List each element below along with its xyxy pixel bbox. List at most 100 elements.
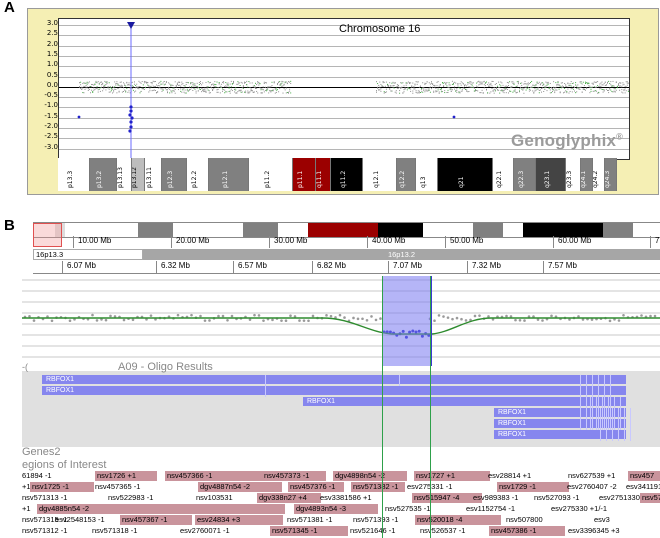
probe-points: [79, 80, 292, 94]
ideogram-band-q23-3[interactable]: q23.3: [566, 158, 581, 191]
probe-point: [226, 318, 229, 322]
cnv-region[interactable]: nsv515947 -4: [412, 493, 482, 503]
cnv-region[interactable]: nsv1729 -1: [497, 482, 569, 492]
position-tick: 7.32 Mb: [467, 261, 501, 273]
cnv-region[interactable]: 61894 -1: [22, 471, 88, 481]
cnv-region[interactable]: dgv338n27 +4: [257, 493, 321, 503]
cnv-region[interactable]: nsv507800: [506, 515, 592, 525]
probe-point: [442, 315, 445, 318]
ideogram-band-p13-2[interactable]: p13.2: [90, 158, 117, 191]
ideogram-band-q11-2[interactable]: q11.2: [331, 158, 363, 191]
cnv-region[interactable]: nsv457366 -1: [165, 471, 263, 481]
gene-rbfox1[interactable]: RBFOX1: [42, 375, 626, 384]
y-tick-label: 2.5: [46, 29, 58, 38]
cnv-region[interactable]: esv2548153 -1: [55, 515, 128, 525]
cnv-region[interactable]: dgv4885n54 -2: [37, 504, 285, 514]
cnv-region[interactable]: +1: [22, 504, 36, 514]
cnv-region[interactable]: nsv457367 -1: [120, 515, 192, 525]
cnv-region[interactable]: nsv571318 -1: [92, 526, 178, 536]
probe-point: [649, 314, 652, 318]
ideogram-band-q13[interactable]: q13: [416, 158, 438, 191]
ideogram-band-q12-1[interactable]: q12.1: [363, 158, 397, 191]
ideogram-band-p13-3[interactable]: p13.3: [58, 158, 90, 191]
gene-rbfox1[interactable]: RBFOX1: [303, 397, 626, 406]
ideogram-band-q22-1[interactable]: q22.1: [493, 158, 514, 191]
ideogram-band-q21[interactable]: q21: [438, 158, 493, 191]
cnv-region[interactable]: esv2751330 +1/-1: [599, 493, 659, 503]
ideogram-band-q24-1[interactable]: q24.1: [581, 158, 593, 191]
exon-mark: [600, 408, 601, 441]
ideogram-band-p12-1[interactable]: p12.1: [209, 158, 249, 191]
cnv-region[interactable]: +1: [22, 482, 31, 492]
cnv-region[interactable]: nsv103531: [196, 493, 256, 503]
detail-band: [138, 223, 173, 237]
boundary-line-right: [430, 276, 431, 538]
cnv-region[interactable]: nsv457376 -1: [288, 482, 344, 492]
exon-mark: [586, 375, 587, 430]
cnv-region[interactable]: nsv571312 -1: [22, 526, 90, 536]
deletion-highlight[interactable]: [382, 276, 432, 366]
ideogram-band-p12-2[interactable]: p12.2: [187, 158, 209, 191]
probe-point: [523, 319, 526, 322]
position-ruler: 6.07 Mb 6.32 Mb 6.57 Mb 6.82 Mb 7.07 Mb 7.32 …: [33, 261, 660, 274]
ideogram-band-p11-2[interactable]: p11.2: [249, 158, 293, 191]
cnv-region[interactable]: nsv571345 -1: [270, 526, 348, 536]
cnv-region[interactable]: esv2760407 -2: [567, 482, 623, 492]
cnv-region[interactable]: nsv457386 -1: [489, 526, 565, 536]
cnv-region[interactable]: nsv571: [640, 493, 660, 503]
cnv-region[interactable]: dgv4898n54 -2: [333, 471, 407, 481]
log-ratio-detail-plot[interactable]: [22, 276, 660, 368]
gene-rbfox1[interactable]: RBFOX1: [42, 386, 626, 395]
cnv-region[interactable]: esv275330 +1/-1: [551, 504, 631, 514]
cnv-region[interactable]: nsv457: [628, 471, 660, 481]
cnv-region[interactable]: nsv520018 -4: [415, 515, 501, 525]
ideogram-band-p13-11[interactable]: p13.11: [145, 158, 162, 191]
cnv-region[interactable]: dgv4893n54 -3: [294, 504, 378, 514]
cnv-region[interactable]: nsv527535 -1: [385, 504, 453, 514]
cnv-region[interactable]: nsv571393 -1: [353, 515, 413, 525]
cnv-region[interactable]: dgv4887n54 -2: [198, 482, 282, 492]
ideogram-band-p11-1[interactable]: p11.1: [293, 158, 316, 191]
cnv-region[interactable]: nsv457373 -1: [262, 471, 326, 481]
cnv-region[interactable]: esv3: [594, 515, 638, 525]
cnv-region[interactable]: esv3396345 +3: [568, 526, 648, 536]
probe-point: [176, 313, 180, 317]
cnv-region[interactable]: esv24834 +3: [195, 515, 283, 525]
cnv-region[interactable]: esv3381586 +1: [320, 493, 400, 503]
ideogram-band-q11-1[interactable]: q11.1: [316, 158, 331, 191]
ideogram-band-p12-3[interactable]: p12.3: [162, 158, 187, 191]
cnv-region[interactable]: esv275331 -1: [407, 482, 493, 492]
cnv-region[interactable]: nsv527093 -1: [534, 493, 596, 503]
probe-point: [149, 314, 153, 317]
segmentation-line: [22, 317, 660, 335]
ideogram-band-q23-1[interactable]: q23.1: [536, 158, 566, 191]
cnv-region[interactable]: nsv522983 -1: [108, 493, 188, 503]
ideogram-band-q24-3[interactable]: q24.3: [605, 158, 617, 191]
cnv-region[interactable]: nsv627539 +1: [568, 471, 624, 481]
cnv-region[interactable]: esv2760071 -1: [180, 526, 268, 536]
cnv-region[interactable]: nsv1727 +1: [414, 471, 490, 481]
cnv-region[interactable]: nsv521646 -1: [350, 526, 418, 536]
ideogram-band-q24-2[interactable]: q24.2: [593, 158, 605, 191]
ideogram-band-q22-3[interactable]: q22.3: [514, 158, 536, 191]
cnv-region[interactable]: nsv1726 +1: [95, 471, 157, 481]
chromosome-plot[interactable]: Chromosome 16 Genoglyphix®: [58, 18, 630, 160]
exon-mark: [620, 397, 621, 430]
cnv-region[interactable]: nsv1725 -1: [30, 482, 94, 492]
cnv-region[interactable]: nsv457365 -1: [95, 482, 195, 492]
megabase-tick: 7: [650, 236, 659, 248]
cnv-region[interactable]: esv989383 -1: [473, 493, 533, 503]
y-tick-label: -0.5: [44, 91, 58, 100]
cnv-region[interactable]: esv28814 +1: [488, 471, 564, 481]
cnv-region[interactable]: esv3411916 +3: [626, 482, 660, 492]
megabase-tick: 40.00 Mb: [367, 236, 405, 248]
cnv-region[interactable]: nsv571382 -1: [351, 482, 405, 492]
cnv-region[interactable]: nsv571381 -1: [287, 515, 349, 525]
ideogram-band-p13-12[interactable]: p13.12: [132, 158, 145, 191]
ideogram-band-p13-13[interactable]: p13.13: [117, 158, 132, 191]
cnv-region[interactable]: esv1152754 -1: [466, 504, 542, 514]
panel-b-label: B: [4, 217, 15, 234]
ideogram-band-q12-2[interactable]: q12.2: [397, 158, 416, 191]
cnv-region[interactable]: nsv571313 -1: [22, 493, 106, 503]
chromosome-ideogram[interactable]: p13.3 p13.2 p13.13 p13.12 p13.11 p12.3 p12.2 p1…: [58, 158, 628, 191]
